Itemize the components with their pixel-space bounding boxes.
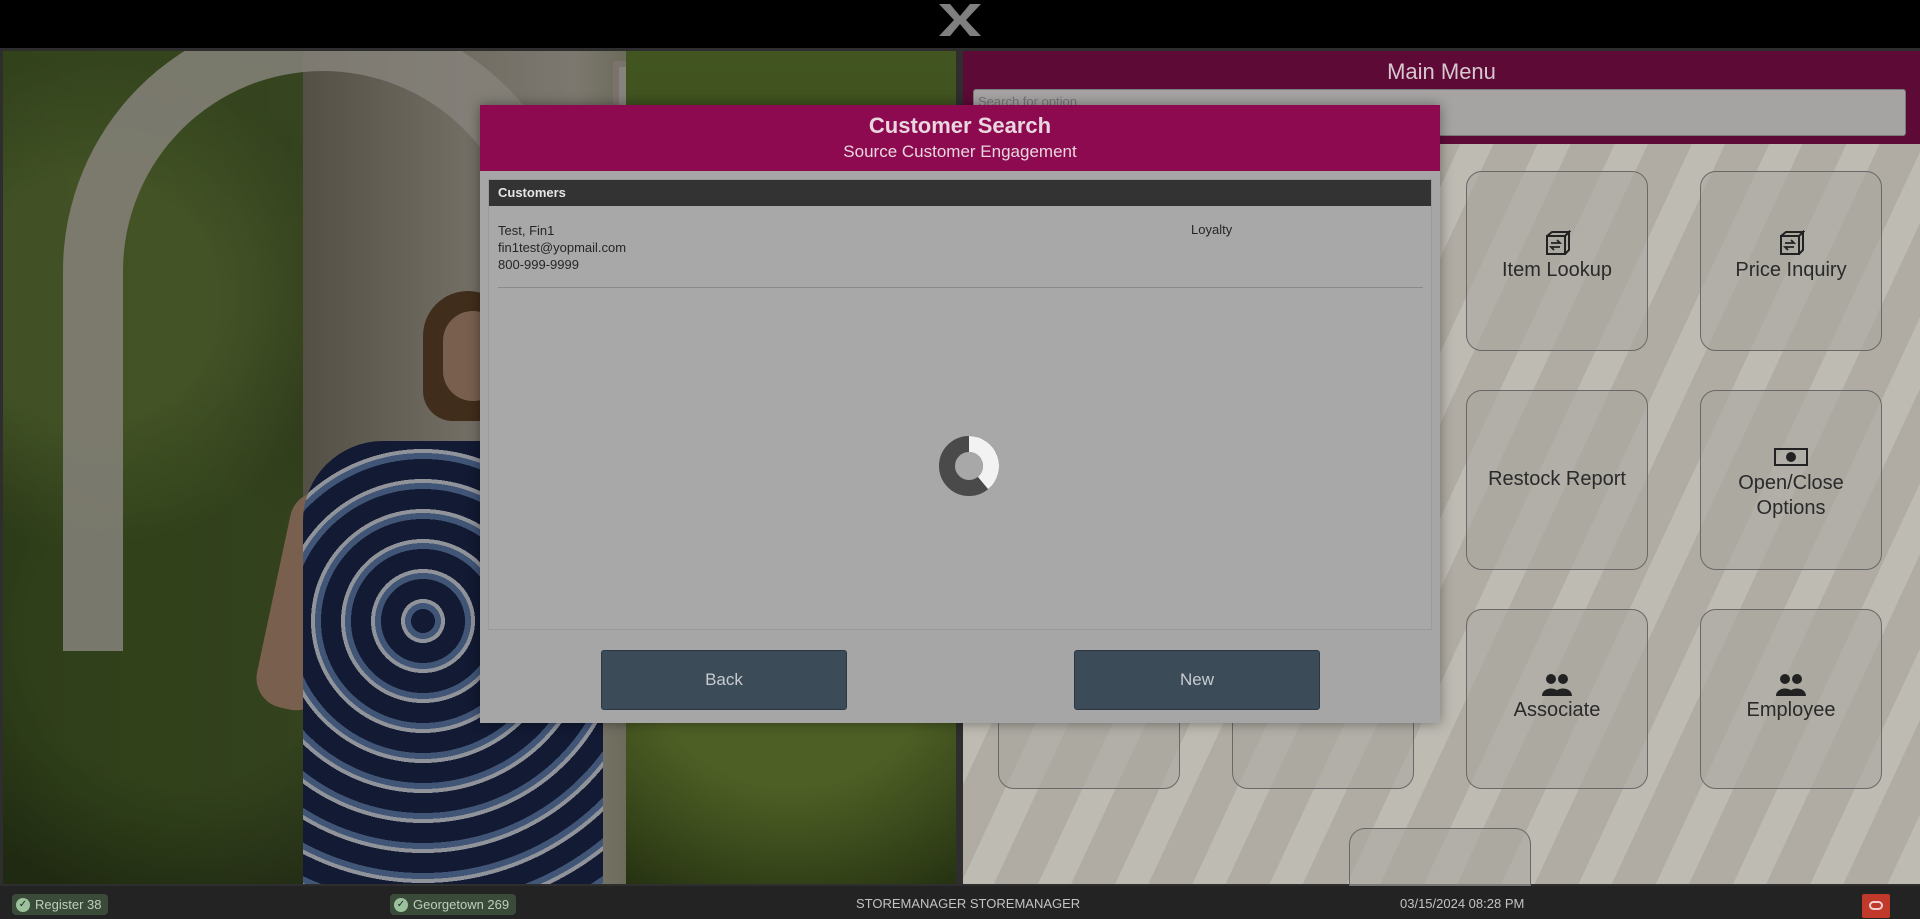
x-logo-icon [939,4,981,36]
store-label: Georgetown 269 [413,897,510,912]
oracle-logo-icon[interactable] [1862,894,1890,918]
customer-search-dialog: Customer Search Source Customer Engageme… [480,105,1440,723]
customers-list: Customers Test, Fin1 fin1test@yopmail.co… [488,179,1432,630]
check-circle-icon: ✓ [394,897,408,912]
customer-row[interactable]: Test, Fin1 fin1test@yopmail.com 800-999-… [498,222,1423,288]
datetime-label: 03/15/2024 08:28 PM [1400,896,1525,911]
top-bar [0,0,1920,48]
dialog-title: Customer Search [868,113,1052,138]
check-circle-icon: ✓ [16,897,30,912]
customers-list-header: Customers [489,180,1431,206]
register-status-badge: ✓ Register 38 [12,894,109,915]
user-label: STOREMANAGER STOREMANAGER [856,896,1081,911]
register-label: Register 38 [35,897,102,912]
store-status-badge: ✓ Georgetown 269 [390,894,517,915]
status-bar: ✓ Register 38 ✓ Georgetown 269 STOREMANA… [0,886,1920,919]
loading-spinner-icon [939,435,1000,496]
new-customer-button[interactable]: New [1074,650,1320,710]
customer-email: fin1test@yopmail.com [498,240,627,255]
customer-name: Test, Fin1 [498,223,555,238]
customer-loyalty-tag: Loyalty [1191,222,1233,237]
dialog-header: Customer Search Source Customer Engageme… [480,105,1440,171]
customer-phone: 800-999-9999 [498,257,579,272]
back-button[interactable]: Back [601,650,847,710]
dialog-subtitle: Source Customer Engagement [843,142,1077,161]
